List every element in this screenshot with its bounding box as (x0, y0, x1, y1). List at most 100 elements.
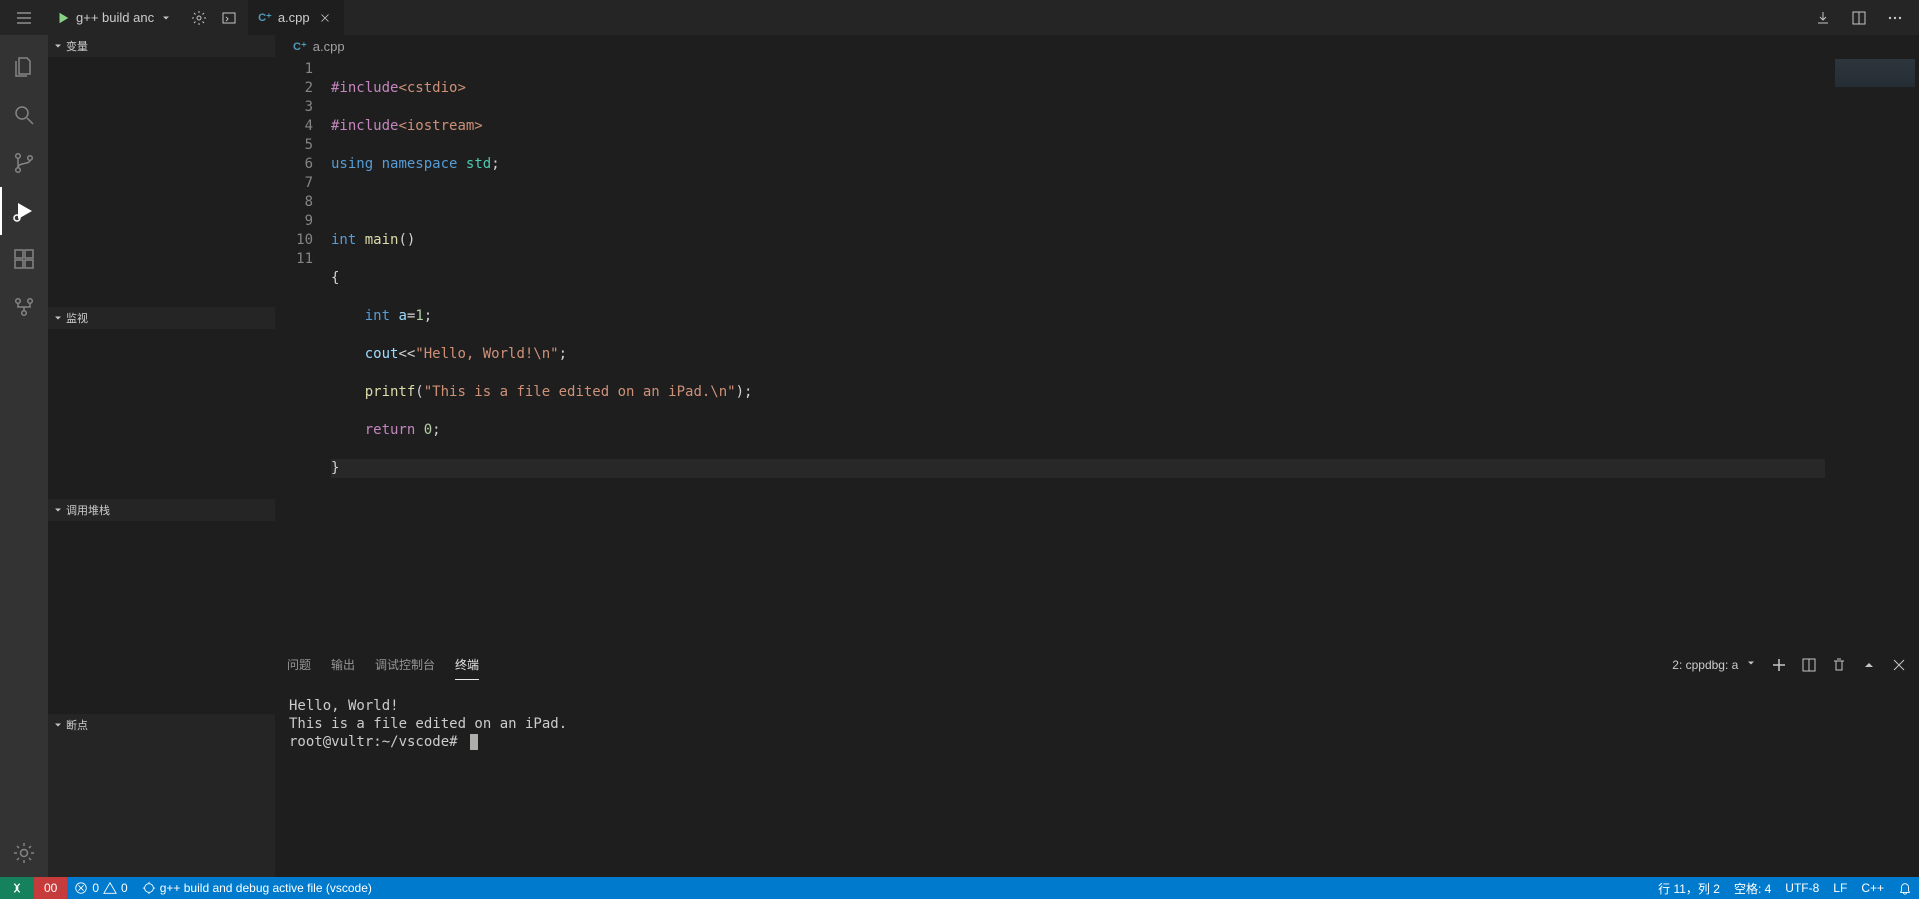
tab-close-button[interactable] (316, 11, 334, 25)
remote-indicator[interactable] (0, 877, 34, 899)
terminal-cursor (470, 734, 478, 750)
more-actions-button[interactable] (1881, 4, 1909, 32)
new-terminal-button[interactable] (1771, 657, 1787, 673)
minimap-thumb (1835, 59, 1915, 87)
terminal-prompt: root@vultr:~/vscode# (289, 734, 466, 750)
status-debug-task[interactable]: g++ build and debug active file (vscode) (135, 877, 379, 899)
source-control-button[interactable] (0, 139, 48, 187)
settings-gear-button[interactable] (186, 5, 212, 31)
callstack-label: 调用堆栈 (66, 502, 110, 518)
play-icon (56, 11, 70, 25)
terminal[interactable]: Hello, World! This is a file edited on a… (275, 681, 1919, 877)
download-button[interactable] (1809, 4, 1837, 32)
watch-header[interactable]: 监视 (48, 307, 275, 329)
callstack-header[interactable]: 调用堆栈 (48, 499, 275, 521)
status-cursor-position[interactable]: 行 11，列 2 (1651, 877, 1727, 899)
line-number-gutter: 1234567891011 (275, 57, 331, 647)
minimap[interactable] (1825, 57, 1919, 647)
gear-icon (191, 10, 207, 26)
ellipsis-icon (1887, 10, 1903, 26)
status-encoding[interactable]: UTF-8 (1778, 877, 1826, 899)
chevron-up-icon (1861, 657, 1877, 673)
tab-label: a.cpp (278, 10, 310, 25)
debug-console-button[interactable] (216, 5, 242, 31)
variables-body[interactable] (48, 57, 275, 307)
split-icon (1851, 10, 1867, 26)
debug-alt-icon (142, 881, 156, 895)
run-debug-button[interactable] (0, 187, 48, 235)
chevron-down-icon (52, 40, 64, 52)
breakpoints-label: 断点 (66, 717, 88, 733)
warning-icon (103, 881, 117, 895)
breakpoints-header[interactable]: 断点 (48, 714, 275, 736)
tab-a-cpp[interactable]: C⁺ a.cpp (248, 0, 345, 35)
status-indentation[interactable]: 空格: 4 (1727, 877, 1778, 899)
kill-terminal-button[interactable] (1831, 657, 1847, 673)
debug-sidebar: 变量 监视 调用堆栈 断点 (48, 35, 275, 877)
terminal-selector[interactable]: 2: cppdbg: a (1672, 657, 1757, 672)
run-config-selector[interactable]: g++ build anc (48, 0, 180, 35)
variables-header[interactable]: 变量 (48, 35, 275, 57)
callstack-body[interactable] (48, 521, 275, 714)
split-icon (1801, 657, 1817, 673)
breadcrumb-label: a.cpp (313, 39, 345, 54)
debug-console-icon (221, 10, 237, 26)
remote-icon (12, 295, 36, 319)
watch-label: 监视 (66, 310, 88, 326)
watch-body[interactable] (48, 329, 275, 499)
status-eol[interactable]: LF (1826, 877, 1854, 899)
chevron-down-icon (52, 504, 64, 516)
explorer-button[interactable] (0, 43, 48, 91)
split-terminal-button[interactable] (1801, 657, 1817, 673)
status-feedback[interactable] (1891, 877, 1919, 899)
trash-icon (1831, 657, 1847, 673)
breadcrumb[interactable]: C⁺ a.cpp (275, 35, 1919, 57)
remote-explorer-button[interactable] (0, 283, 48, 331)
status-language[interactable]: C++ (1854, 877, 1891, 899)
close-icon (318, 11, 332, 25)
split-editor-button[interactable] (1845, 4, 1873, 32)
download-icon (1815, 10, 1831, 26)
close-panel-button[interactable] (1891, 657, 1907, 673)
editor-tabs: C⁺ a.cpp (248, 0, 345, 35)
app-menu-button[interactable] (0, 0, 48, 35)
terminal-line: This is a file edited on an iPad. (289, 716, 567, 732)
title-bar: g++ build anc C⁺ a.cpp (0, 0, 1919, 35)
branch-icon (12, 151, 36, 175)
search-button[interactable] (0, 91, 48, 139)
terminal-line: Hello, World! (289, 698, 399, 714)
search-icon (12, 103, 36, 127)
variables-label: 变量 (66, 38, 88, 54)
extensions-icon (12, 247, 36, 271)
panel-tab-terminal[interactable]: 终端 (455, 650, 479, 680)
status-problems[interactable]: 0 0 (67, 877, 134, 899)
plus-icon (1771, 657, 1787, 673)
editor[interactable]: 1234567891011 #include<cstdio> #include<… (275, 57, 1919, 647)
files-icon (12, 55, 36, 79)
chevron-down-icon (52, 719, 64, 731)
panel-tab-debug-console[interactable]: 调试控制台 (375, 650, 435, 679)
panel-tab-output[interactable]: 输出 (331, 650, 355, 679)
close-icon (1891, 657, 1907, 673)
chevron-down-icon (52, 312, 64, 324)
cpp-file-icon: C⁺ (258, 11, 272, 24)
bottom-panel: 问题 输出 调试控制台 终端 2: cppdbg: a Hello, World… (275, 647, 1919, 877)
status-redacted[interactable]: 00 (34, 877, 67, 899)
gear-icon (12, 841, 36, 865)
remote-icon (10, 881, 24, 895)
extensions-button[interactable] (0, 235, 48, 283)
hamburger-icon (16, 10, 32, 26)
status-bar: 00 0 0 g++ build and debug active file (… (0, 877, 1919, 899)
manage-button[interactable] (0, 829, 48, 877)
chevron-down-icon (1745, 657, 1757, 669)
run-config-label: g++ build anc (76, 10, 154, 25)
bell-icon (1898, 881, 1912, 895)
error-icon (74, 881, 88, 895)
chevron-down-icon (160, 12, 172, 24)
activity-bar (0, 35, 48, 877)
cpp-file-icon: C⁺ (293, 40, 307, 53)
debug-icon (12, 199, 36, 223)
maximize-panel-button[interactable] (1861, 657, 1877, 673)
panel-tab-problems[interactable]: 问题 (287, 650, 311, 679)
code-area[interactable]: #include<cstdio> #include<iostream> usin… (331, 57, 1825, 647)
